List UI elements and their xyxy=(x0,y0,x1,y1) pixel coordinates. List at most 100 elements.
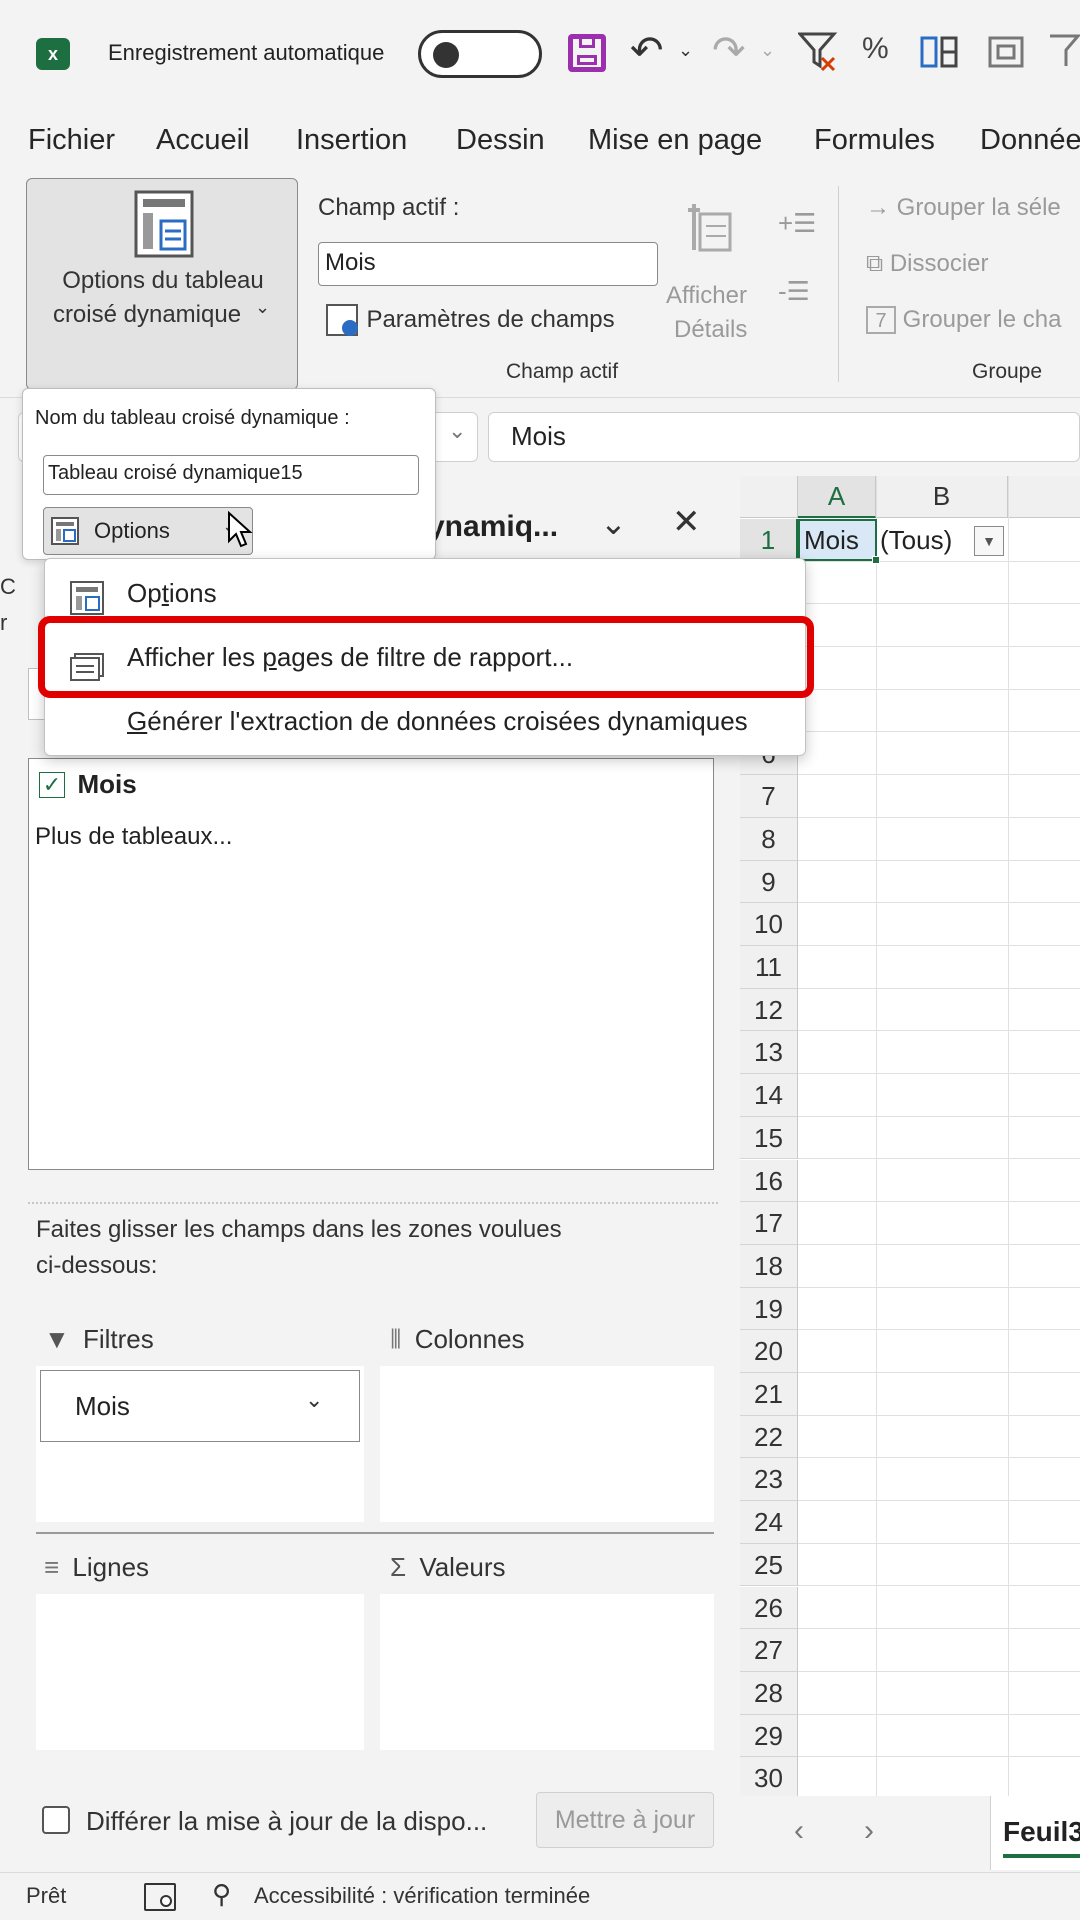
rows-zone[interactable] xyxy=(36,1594,364,1750)
grid-row[interactable] xyxy=(798,946,1080,989)
save-icon[interactable] xyxy=(568,34,606,72)
grid-row[interactable] xyxy=(798,690,1080,733)
grid-row[interactable] xyxy=(798,1074,1080,1117)
grid-row[interactable] xyxy=(798,1031,1080,1075)
row-header[interactable]: 15 xyxy=(740,1116,798,1160)
pivot-name-input[interactable]: Tableau croisé dynamique15 xyxy=(43,455,419,495)
chevron-down-icon[interactable]: ⌄ xyxy=(305,1387,323,1413)
grid-row[interactable] xyxy=(798,1416,1080,1459)
scroll-left-icon[interactable]: ‹ xyxy=(794,1814,804,1848)
scroll-right-icon[interactable]: › xyxy=(864,1814,874,1848)
grid-row[interactable] xyxy=(798,1330,1080,1373)
status-accessibility[interactable]: Accessibilité : vérification terminée xyxy=(254,1883,590,1909)
split-cells-icon[interactable] xyxy=(920,32,960,72)
column-header-a[interactable]: A xyxy=(798,476,876,518)
clear-filter-icon[interactable] xyxy=(796,30,838,74)
active-field-input[interactable]: Mois xyxy=(318,242,658,286)
row-header[interactable]: 27 xyxy=(740,1629,798,1672)
row-header[interactable]: 11 xyxy=(740,946,798,989)
expand-field-icon[interactable]: +☰ xyxy=(778,208,817,239)
grid-row[interactable] xyxy=(798,1757,1080,1800)
row-header[interactable]: 24 xyxy=(740,1501,798,1544)
select-all-corner[interactable] xyxy=(740,476,798,518)
close-icon[interactable]: ✕ xyxy=(672,502,701,542)
tab-donnees[interactable]: Donnée xyxy=(980,124,1080,157)
redo-dropdown-icon[interactable]: ⌄ xyxy=(760,40,775,61)
grid-row[interactable] xyxy=(798,861,1080,904)
row-header[interactable]: 20 xyxy=(740,1330,798,1373)
field-item-mois[interactable]: ✓ Mois xyxy=(39,769,137,800)
row-header[interactable]: 25 xyxy=(740,1543,798,1587)
tab-formules[interactable]: Formules xyxy=(814,124,935,157)
percent-icon[interactable]: % xyxy=(862,32,889,66)
grid-row[interactable] xyxy=(798,1202,1080,1245)
column-header-c[interactable] xyxy=(1008,476,1080,518)
group-selection-button[interactable]: → Grouper la séle xyxy=(866,194,1061,222)
grid-row[interactable] xyxy=(798,1117,1080,1160)
cell-a1[interactable]: Mois xyxy=(798,519,880,564)
defer-update-checkbox[interactable] xyxy=(42,1806,70,1834)
field-settings-button[interactable]: Paramètres de champs xyxy=(326,304,615,344)
row-header[interactable]: 13 xyxy=(740,1031,798,1075)
row-header[interactable]: 10 xyxy=(740,903,798,946)
pivot-options-button[interactable]: Options du tableau croisé dynamique ⌄ xyxy=(26,178,298,390)
grid-row[interactable] xyxy=(798,1245,1080,1288)
grid-row[interactable] xyxy=(798,1629,1080,1672)
grid-row[interactable] xyxy=(798,1672,1080,1715)
tab-fichier[interactable]: Fichier xyxy=(28,124,115,157)
grid-row[interactable] xyxy=(798,1715,1080,1758)
grid-row[interactable] xyxy=(798,818,1080,861)
tab-mise-en-page[interactable]: Mise en page xyxy=(588,124,762,157)
row-header[interactable]: 8 xyxy=(740,817,798,861)
grid-row[interactable] xyxy=(798,733,1080,776)
collapse-field-icon[interactable]: -☰ xyxy=(778,276,810,307)
row-header[interactable]: 29 xyxy=(740,1714,798,1758)
update-button[interactable]: Mettre à jour xyxy=(536,1792,714,1848)
grid-row[interactable] xyxy=(798,903,1080,946)
row-header[interactable]: 1 xyxy=(740,519,798,562)
grid-row[interactable] xyxy=(798,647,1080,690)
grid-row[interactable] xyxy=(798,1587,1080,1630)
tab-accueil[interactable]: Accueil xyxy=(156,124,250,157)
tab-dessin[interactable]: Dessin xyxy=(456,124,545,157)
macro-record-icon[interactable] xyxy=(144,1883,176,1911)
more-tables-link[interactable]: Plus de tableaux... xyxy=(35,823,232,851)
accessibility-icon[interactable]: ⚲ xyxy=(212,1879,231,1910)
grid-row[interactable] xyxy=(798,989,1080,1032)
grid-row[interactable] xyxy=(798,1288,1080,1331)
grid-row[interactable] xyxy=(798,775,1080,818)
row-header[interactable]: 26 xyxy=(740,1586,798,1630)
row-header[interactable]: 12 xyxy=(740,988,798,1032)
group-field-button[interactable]: 7 Grouper le cha xyxy=(866,306,1061,334)
pane-splitter[interactable] xyxy=(28,1202,718,1204)
filter-dropdown-button[interactable]: ▼ xyxy=(974,526,1004,556)
row-header[interactable]: 16 xyxy=(740,1159,798,1203)
checkbox-checked-icon[interactable]: ✓ xyxy=(39,771,65,798)
pane-options-chevron-icon[interactable]: ⌄ xyxy=(600,504,627,542)
row-header[interactable]: 7 xyxy=(740,775,798,818)
filter-icon[interactable] xyxy=(1048,32,1080,72)
grid-row[interactable] xyxy=(798,1501,1080,1544)
row-header[interactable]: 22 xyxy=(740,1415,798,1459)
grid-row[interactable] xyxy=(798,1544,1080,1587)
row-header[interactable]: 21 xyxy=(740,1373,798,1416)
filter-item-mois[interactable]: Mois ⌄ xyxy=(40,1370,360,1442)
redo-icon[interactable]: ↷ xyxy=(712,28,746,74)
sheet-tab-feuil3[interactable]: Feuil3 xyxy=(990,1796,1080,1870)
name-box-chevron-icon[interactable]: ⌄ xyxy=(448,418,466,444)
values-zone[interactable] xyxy=(380,1594,714,1750)
row-header[interactable]: 23 xyxy=(740,1458,798,1502)
formula-input[interactable]: Mois xyxy=(488,412,1080,462)
column-header-b[interactable]: B xyxy=(876,476,1008,518)
grid-row[interactable] xyxy=(798,1373,1080,1416)
row-header[interactable]: 30 xyxy=(740,1757,798,1800)
show-details-button[interactable]: Afficher Détails xyxy=(660,190,760,350)
undo-icon[interactable]: ↶ xyxy=(630,28,664,74)
cell-b1[interactable]: (Tous) ▼ xyxy=(878,521,1008,561)
tab-insertion[interactable]: Insertion xyxy=(296,124,407,157)
autosave-toggle[interactable] xyxy=(418,30,542,78)
menu-item-generate-getpivotdata[interactable]: Générer l'extraction de données croisées… xyxy=(45,689,805,753)
grid-row[interactable] xyxy=(798,562,1080,605)
columns-zone[interactable] xyxy=(380,1366,714,1522)
ungroup-button[interactable]: ⧉ Dissocier xyxy=(866,250,989,278)
